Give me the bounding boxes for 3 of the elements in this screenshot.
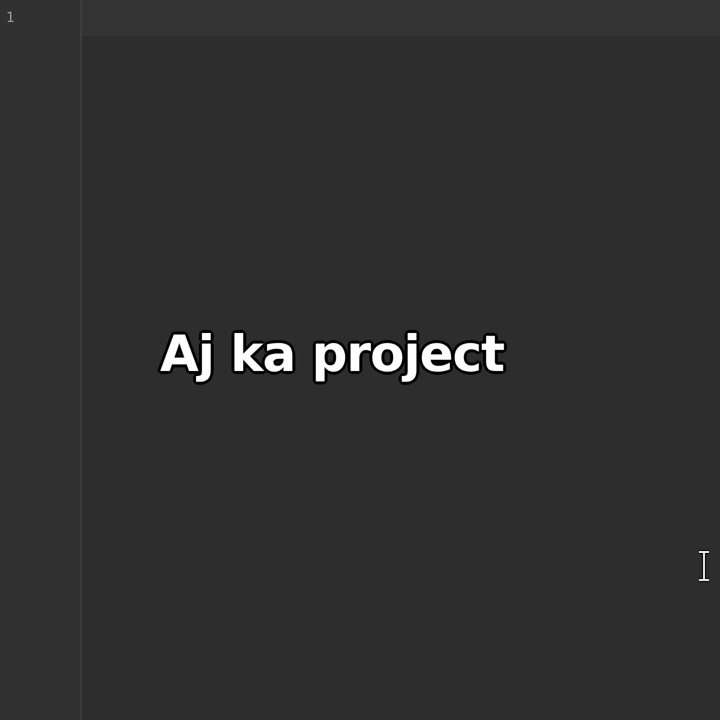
video-caption: Aj ka project bbox=[160, 325, 504, 383]
line-number: 1 bbox=[5, 10, 14, 26]
text-cursor-icon bbox=[697, 550, 711, 582]
